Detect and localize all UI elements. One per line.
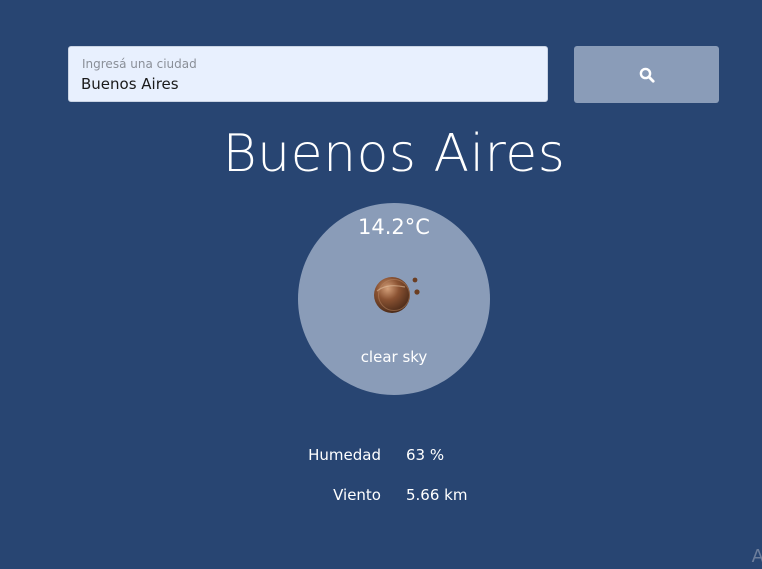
humidity-value: 63 % (406, 446, 445, 464)
weather-description: clear sky (360, 348, 428, 366)
search-icon (639, 67, 655, 83)
corner-watermark: A (751, 546, 762, 567)
wind-label: Viento (333, 486, 381, 504)
wind-value: 5.66 km (406, 486, 468, 504)
humidity-row: Humedad 63 % (0, 446, 762, 466)
search-button[interactable] (574, 46, 719, 103)
moon-icon (374, 277, 420, 313)
weather-app: Ingresá una ciudad Buenos Aires 14.2°C (0, 0, 762, 569)
weather-card: 14.2°C clear sky (298, 203, 490, 395)
search-label: Ingresá una ciudad (82, 57, 197, 71)
search-input[interactable] (81, 75, 531, 93)
temperature: 14.2°C (358, 215, 430, 239)
city-name: Buenos Aires (222, 124, 566, 184)
humidity-label: Humedad (308, 446, 381, 464)
search-field[interactable]: Ingresá una ciudad (68, 46, 548, 102)
wind-row: Viento 5.66 km (0, 486, 762, 506)
